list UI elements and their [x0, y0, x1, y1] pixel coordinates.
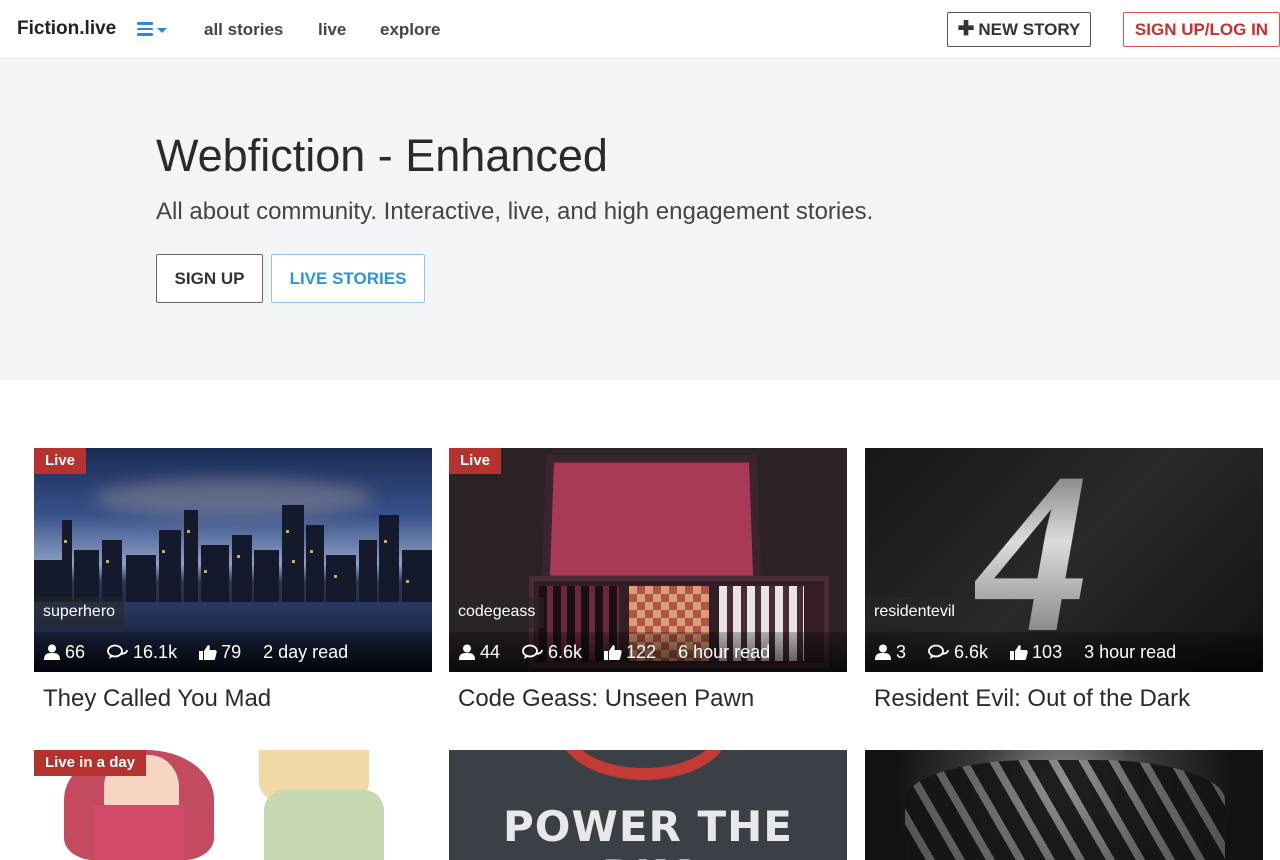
story-card[interactable] [865, 750, 1263, 860]
likes-stat: 103 [1010, 642, 1062, 663]
story-cover-image[interactable] [865, 750, 1263, 860]
comments-stat: 16.1k [107, 642, 177, 663]
comments-stat: 6.6k [928, 642, 988, 663]
hero-subtitle: All about community. Interactive, live, … [156, 198, 874, 225]
story-card[interactable]: Live superhero 66 16.1k 79 2 day read Th… [34, 448, 432, 713]
story-title[interactable]: Resident Evil: Out of the Dark [874, 685, 1263, 713]
live-soon-badge: Live in a day [34, 750, 147, 776]
likes-stat: 122 [604, 642, 656, 663]
story-stats: 44 6.6k 122 6 hour read [449, 632, 847, 672]
user-icon [459, 644, 475, 660]
hero-banner: Webfiction - Enhanced All about communit… [0, 60, 1280, 380]
read-time: 2 day read [263, 641, 349, 662]
story-card[interactable]: Live in a day [34, 750, 432, 860]
live-badge: Live [449, 448, 502, 474]
story-tag[interactable]: superhero [34, 597, 125, 628]
readers-stat: 44 [458, 642, 500, 663]
read-time: 3 hour read [1084, 641, 1177, 662]
caret-down-icon [157, 28, 167, 33]
story-cover-image[interactable]: POWER THE RIM [449, 750, 847, 860]
cover-image-text: POWER THE RIM [503, 802, 793, 860]
story-tag[interactable]: residentevil [865, 597, 964, 628]
navbar: Fiction.live all stories live explore ✚ … [0, 0, 1280, 59]
signup-button[interactable]: SIGN UP [156, 254, 263, 303]
story-card[interactable]: POWER THE RIM [449, 750, 847, 860]
nav-link-explore[interactable]: explore [380, 20, 440, 40]
readers-stat: 66 [43, 642, 85, 663]
nav-link-live[interactable]: live [318, 20, 346, 40]
nav-link-all-stories[interactable]: all stories [204, 20, 283, 40]
story-card[interactable]: 4 residentevil 3 6.6k 103 3 hour read Re… [865, 448, 1263, 713]
comments-icon [107, 644, 128, 659]
story-card[interactable]: Live codegeass 44 6.6k 122 6 hour read C… [449, 448, 847, 713]
story-title[interactable]: They Called You Mad [43, 685, 432, 713]
new-story-label: NEW STORY [978, 19, 1081, 39]
story-cover-image[interactable]: 4 residentevil 3 6.6k 103 3 hour read [865, 448, 1263, 672]
menu-icon [137, 22, 153, 36]
city-skyline-art [34, 505, 432, 610]
hero-title: Webfiction - Enhanced [156, 130, 608, 181]
story-stats: 3 6.6k 103 3 hour read [865, 632, 1263, 672]
thumbs-up-icon [1010, 645, 1028, 660]
thumbs-up-icon [199, 645, 217, 660]
plus-icon: ✚ [957, 17, 975, 40]
story-tag[interactable]: codegeass [449, 597, 545, 628]
brand-logo[interactable]: Fiction.live [17, 18, 116, 40]
story-cover-image[interactable]: Live in a day [34, 750, 432, 860]
story-stats: 66 16.1k 79 2 day read [34, 632, 432, 672]
story-cover-image[interactable]: Live codegeass 44 6.6k 122 6 hour read [449, 448, 847, 672]
comments-icon [928, 644, 949, 659]
user-icon [875, 644, 891, 660]
signup-login-button[interactable]: SIGN UP/LOG IN [1123, 12, 1280, 47]
menu-toggle-button[interactable] [137, 19, 171, 41]
comments-stat: 6.6k [522, 642, 582, 663]
thumbs-up-icon [604, 645, 622, 660]
comments-icon [522, 644, 543, 659]
user-icon [44, 644, 60, 660]
story-cover-image[interactable]: Live superhero 66 16.1k 79 2 day read [34, 448, 432, 672]
live-badge: Live [34, 448, 87, 474]
story-title[interactable]: Code Geass: Unseen Pawn [458, 685, 847, 713]
live-stories-button[interactable]: LIVE STORIES [271, 254, 425, 303]
new-story-button[interactable]: ✚ NEW STORY [947, 12, 1091, 47]
likes-stat: 79 [199, 642, 241, 663]
readers-stat: 3 [874, 642, 906, 663]
read-time: 6 hour read [678, 641, 771, 662]
